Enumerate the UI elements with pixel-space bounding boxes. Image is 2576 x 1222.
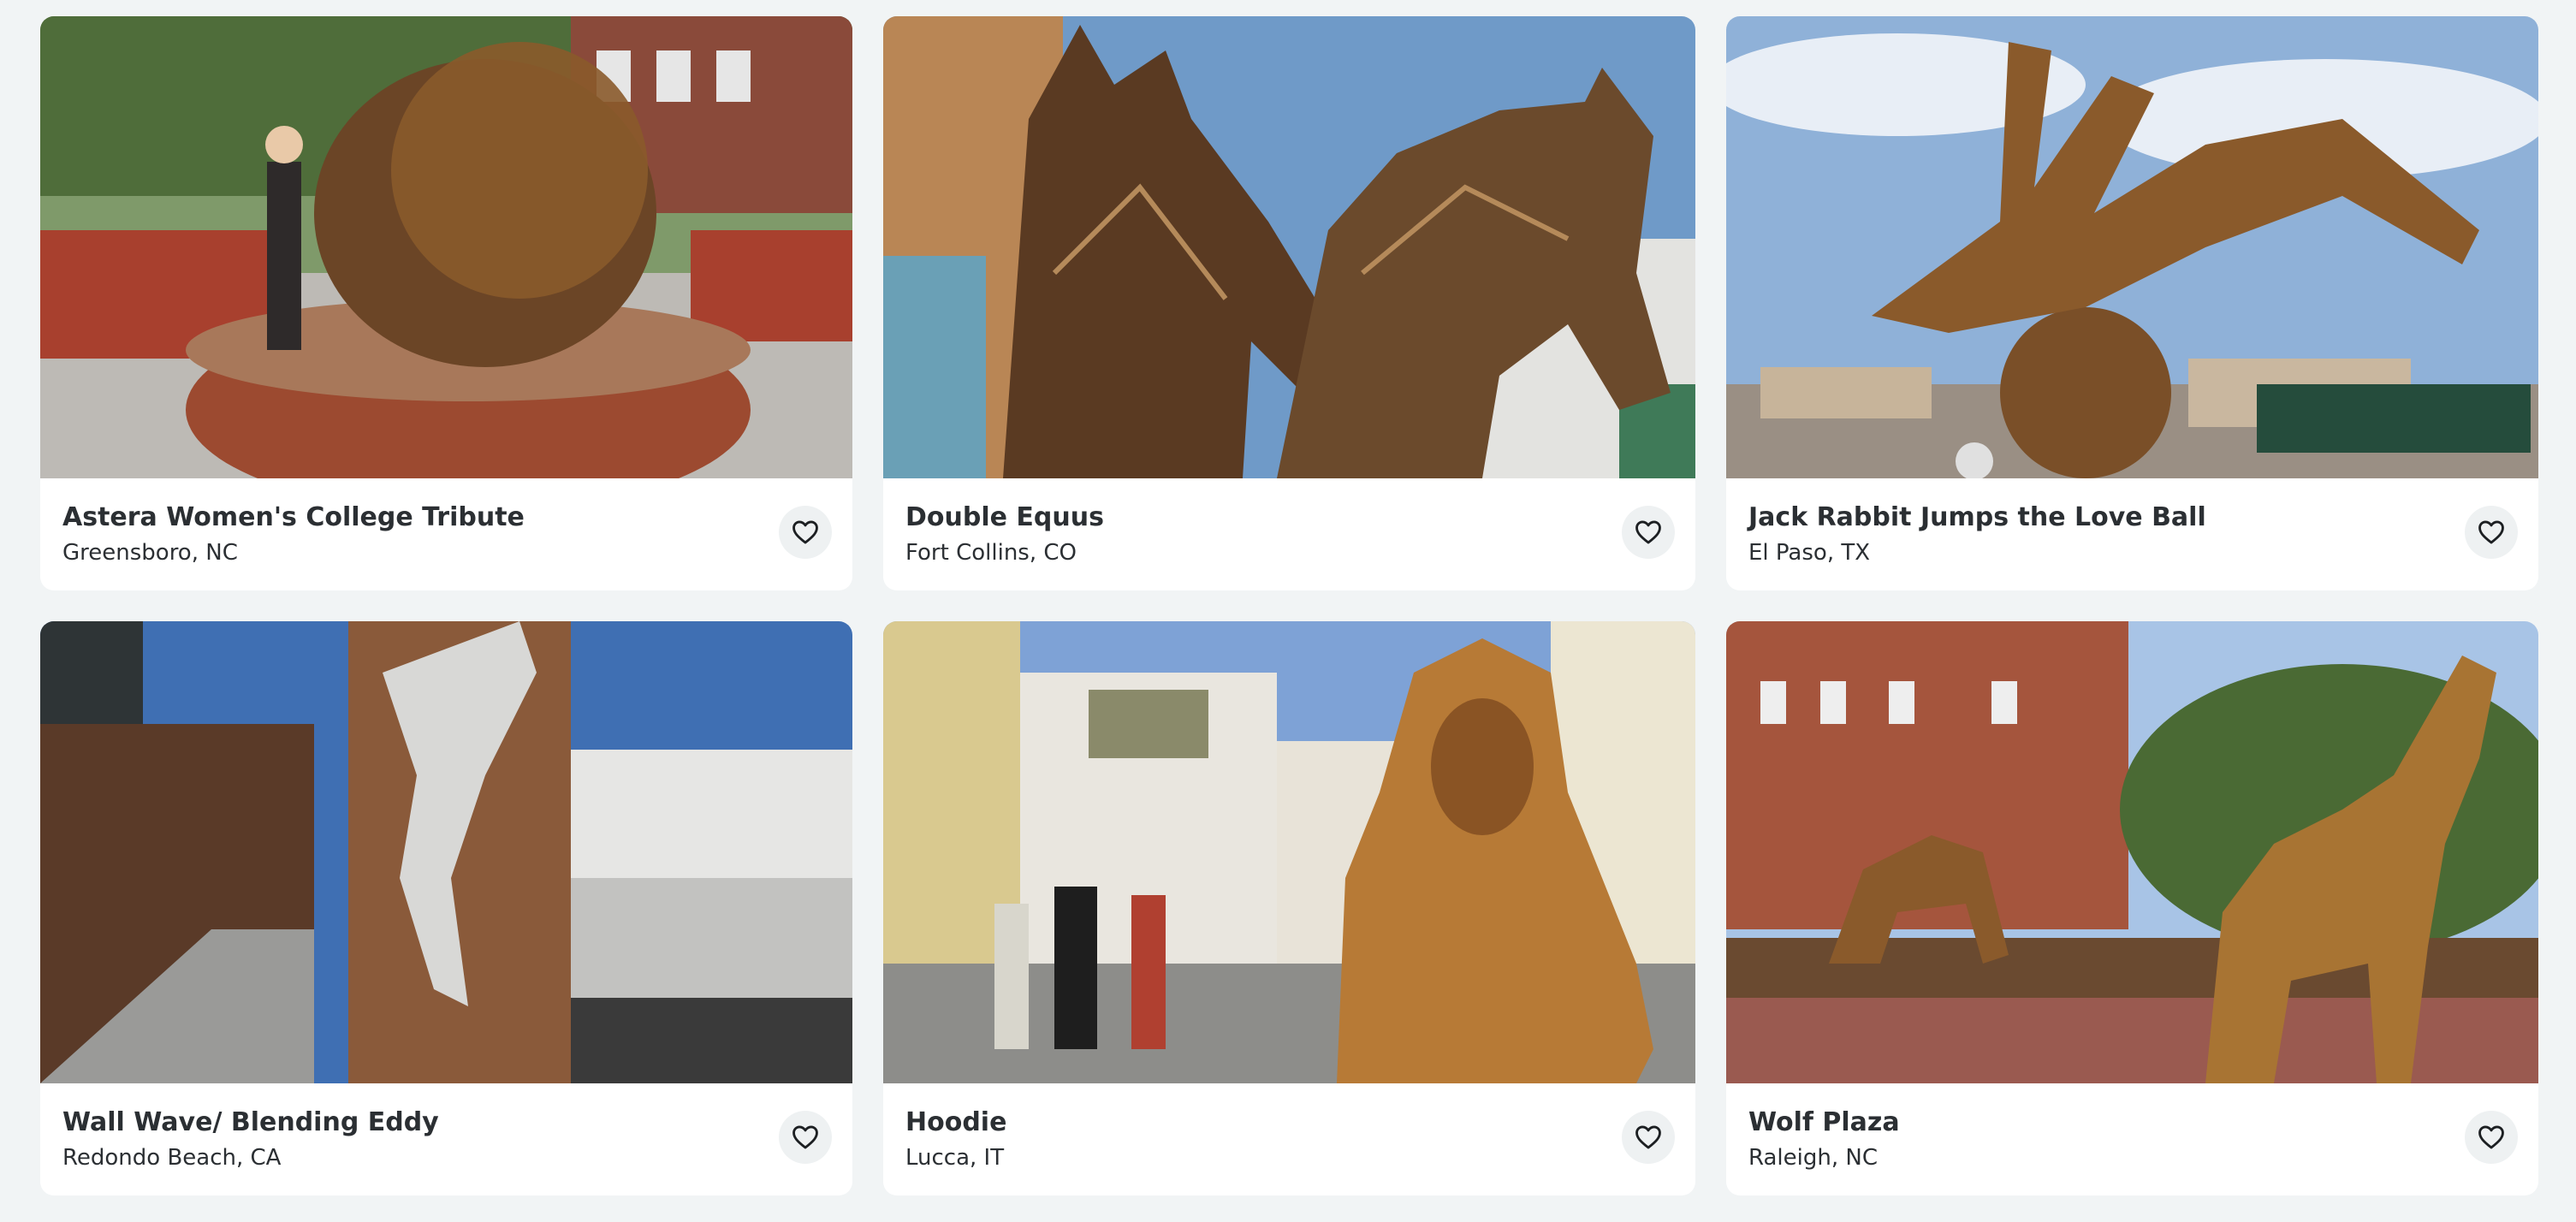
artwork-card[interactable]: Jack Rabbit Jumps the Love Ball El Paso,… [1726,16,2538,590]
favorite-button[interactable] [1622,506,1675,559]
artwork-location: Raleigh, NC [1748,1145,1878,1171]
artwork-grid: Astera Women's College Tribute Greensbor… [40,16,2538,1195]
artwork-photo[interactable] [40,621,852,1083]
artwork-info: Wall Wave/ Blending Eddy Redondo Beach, … [40,1083,852,1195]
artwork-title[interactable]: Hoodie [905,1106,1673,1140]
artwork-title[interactable]: Jack Rabbit Jumps the Love Ball [1748,501,2516,535]
heart-icon [2478,520,2504,544]
artwork-location: Greensboro, NC [62,540,238,566]
artwork-photo[interactable] [883,621,1695,1083]
two-horse-head-sculpture-photo [883,16,1695,478]
favorite-button[interactable] [1622,1111,1675,1164]
favorite-button[interactable] [2465,1111,2518,1164]
artwork-title[interactable]: Wolf Plaza [1748,1106,2516,1140]
artwork-card[interactable]: Double Equus Fort Collins, CO [883,16,1695,590]
artwork-title[interactable]: Double Equus [905,501,1673,535]
artwork-card[interactable]: Wall Wave/ Blending Eddy Redondo Beach, … [40,621,852,1195]
jackrabbit-ball-sculpture-photo [1726,16,2538,478]
artwork-title[interactable]: Astera Women's College Tribute [62,501,830,535]
hooded-figure-sculpture-photo [883,621,1695,1083]
artwork-card[interactable]: Wolf Plaza Raleigh, NC [1726,621,2538,1195]
favorite-button[interactable] [779,1111,832,1164]
artwork-location: Lucca, IT [905,1145,1005,1171]
artwork-info: Jack Rabbit Jumps the Love Ball El Paso,… [1726,478,2538,590]
artwork-info: Astera Women's College Tribute Greensbor… [40,478,852,590]
artwork-photo[interactable] [883,16,1695,478]
artwork-location: El Paso, TX [1748,540,1871,566]
favorite-button[interactable] [779,506,832,559]
artwork-photo[interactable] [40,16,852,478]
wolf-sculptures-photo [1726,621,2538,1083]
bronze-woman-head-sculpture-photo [40,16,852,478]
heart-icon [1635,1125,1661,1149]
artwork-info: Wolf Plaza Raleigh, NC [1726,1083,2538,1195]
heart-icon [1635,520,1661,544]
artwork-card[interactable]: Astera Women's College Tribute Greensbor… [40,16,852,590]
artwork-photo[interactable] [1726,621,2538,1083]
artwork-photo[interactable] [1726,16,2538,478]
artwork-location: Redondo Beach, CA [62,1145,282,1171]
artwork-title[interactable]: Wall Wave/ Blending Eddy [62,1106,830,1140]
heart-icon [2478,1125,2504,1149]
artwork-card[interactable]: Hoodie Lucca, IT [883,621,1695,1195]
artwork-info: Hoodie Lucca, IT [883,1083,1695,1195]
heart-icon [792,520,818,544]
favorite-button[interactable] [2465,506,2518,559]
heart-icon [792,1125,818,1149]
artwork-info: Double Equus Fort Collins, CO [883,478,1695,590]
wall-wave-sculpture-photo [40,621,852,1083]
artwork-location: Fort Collins, CO [905,540,1077,566]
